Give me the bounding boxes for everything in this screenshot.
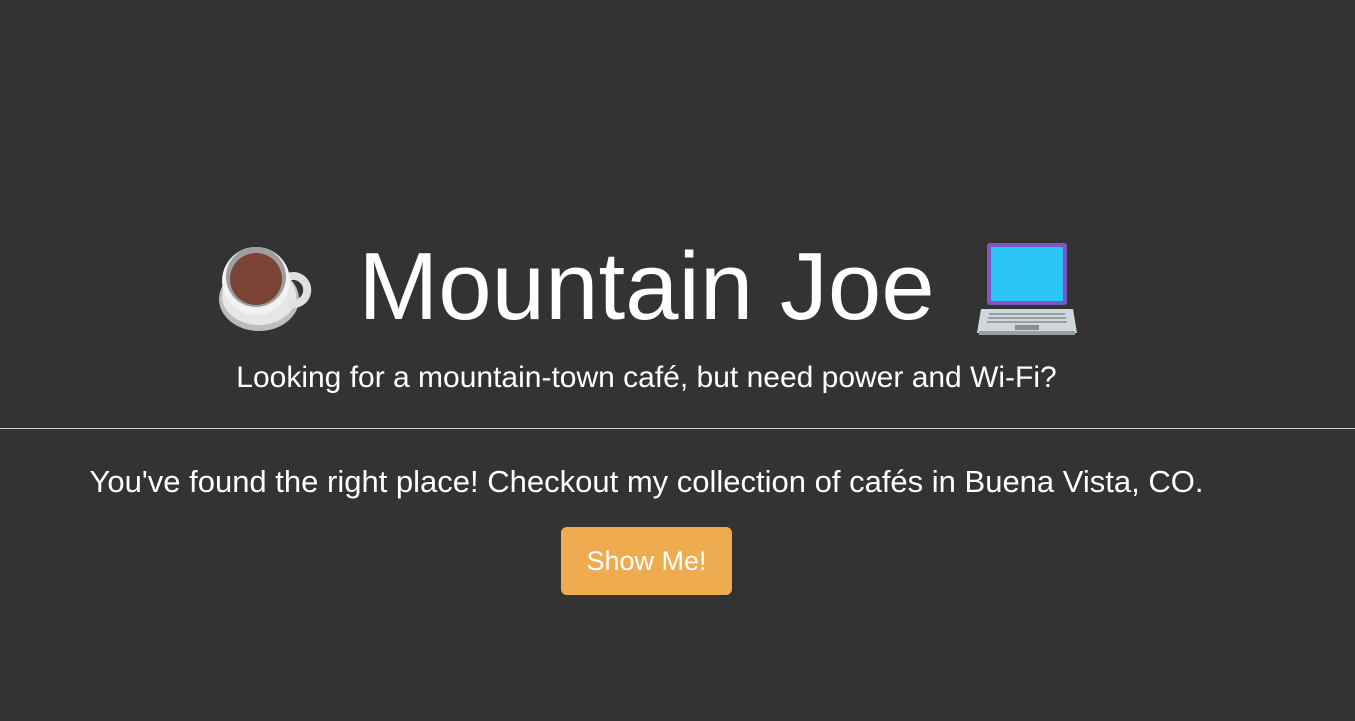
hero-header: Mountain Joe [0,232,1293,342]
hot-beverage-icon [216,237,316,337]
laptop-icon [976,237,1077,337]
site-title: Mountain Joe [358,233,935,340]
section-divider [0,428,1355,429]
hero-subtitle: Looking for a mountain-town café, but ne… [236,361,1057,394]
lead-text: You've found the right place! Checkout m… [89,464,1204,499]
landing-page: Mountain Joe Looking for a mountain-town… [0,0,1355,721]
show-me-button[interactable]: Show Me! [561,527,732,595]
